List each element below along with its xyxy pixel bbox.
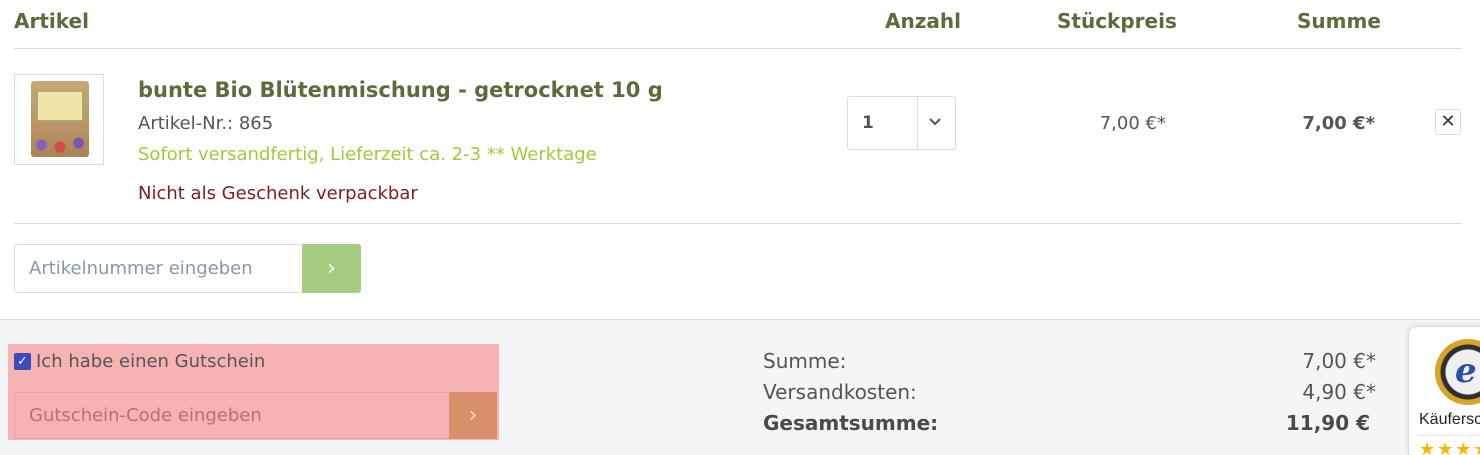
grand-total-label: Gesamtsumme: <box>763 411 939 435</box>
column-header-anzahl: Anzahl <box>885 9 961 33</box>
product-gift-note: Nicht als Geschenk verpackbar <box>138 183 418 204</box>
subtotal-value: 7,00 €* <box>1302 349 1376 373</box>
trusted-shops-logo-letter: e <box>1455 351 1477 391</box>
chevron-right-icon: › <box>468 403 478 428</box>
line-total: 7,00 €* <box>1302 113 1375 134</box>
voucher-submit-button[interactable]: › <box>449 392 497 439</box>
quantity-select[interactable]: 1 <box>847 96 956 150</box>
product-delivery-status: Sofort versandfertig, Lieferzeit ca. 2-3… <box>138 144 597 165</box>
quantity-divider <box>917 97 918 149</box>
item-divider <box>14 223 1462 224</box>
voucher-checkbox-label[interactable]: Ich habe einen Gutschein <box>36 351 265 372</box>
voucher-section: ✓ Ich habe einen Gutschein › <box>8 344 499 440</box>
cart-table-header: Artikel Anzahl Stückpreis Summe <box>0 0 1480 48</box>
remove-item-button[interactable]: ✕ <box>1435 109 1461 135</box>
chevron-right-icon: › <box>327 256 336 281</box>
rating-stars-icon: ★★★★★ <box>1419 439 1480 455</box>
close-icon: ✕ <box>1440 111 1456 132</box>
shipping-cost-label: Versandkosten: <box>763 380 917 404</box>
buyer-protection-text: Käuferschutz <box>1419 411 1480 428</box>
product-title-link[interactable]: bunte Bio Blütenmischung - getrocknet 10… <box>138 78 663 102</box>
subtotal-label: Summe: <box>763 349 847 373</box>
header-divider <box>14 48 1462 49</box>
badge-divider <box>1419 435 1480 436</box>
column-header-summe: Summe <box>1297 9 1381 33</box>
trusted-shops-seal-icon: e <box>1435 339 1480 405</box>
product-article-number: Artikel-Nr.: 865 <box>138 113 274 134</box>
product-image[interactable] <box>14 74 104 165</box>
voucher-checkbox[interactable]: ✓ <box>14 353 31 370</box>
voucher-code-input[interactable] <box>14 392 456 439</box>
grand-total-value: 11,90 € <box>1285 411 1370 435</box>
trusted-shops-badge[interactable]: e Käuferschutz ★★★★★ <box>1408 326 1480 455</box>
column-header-stueckpreis: Stückpreis <box>1057 9 1177 33</box>
column-header-artikel: Artikel <box>14 9 89 33</box>
flowers-image <box>29 135 91 155</box>
shipping-cost-value: 4,90 €* <box>1302 380 1376 404</box>
quantity-value: 1 <box>862 113 874 133</box>
chevron-down-icon <box>928 111 942 136</box>
add-article-button[interactable]: › <box>302 244 361 293</box>
unit-price: 7,00 €* <box>1099 113 1166 134</box>
article-number-input[interactable] <box>14 244 304 293</box>
product-label-image <box>37 91 83 121</box>
